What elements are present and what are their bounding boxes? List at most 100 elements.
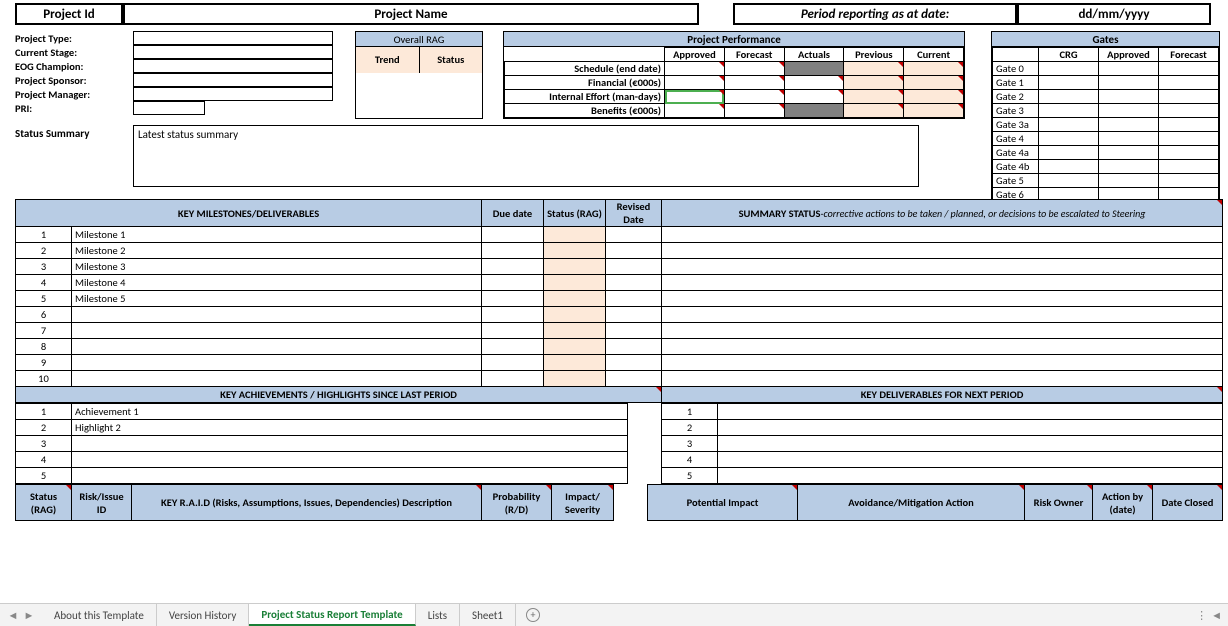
cell[interactable] (724, 76, 784, 90)
gate-row[interactable]: Gate 4b (993, 160, 1039, 174)
label-project-type: Project Type: (15, 32, 133, 45)
perf-row-financial: Financial (€000s) (505, 76, 665, 90)
header-project-id[interactable]: Project Id (15, 3, 123, 25)
tab-version-history[interactable]: Version History (157, 604, 250, 626)
summary-status-header: SUMMARY STATUS-corrective actions to be … (662, 200, 1223, 227)
perf-col-approved: Approved (665, 48, 725, 62)
gate-row[interactable]: Gate 3a (993, 118, 1039, 132)
gate-row[interactable]: Gate 0 (993, 62, 1039, 76)
rag-status[interactable]: Status (420, 47, 483, 73)
cell[interactable] (904, 104, 964, 118)
tab-nav-prev-icon[interactable]: ◄ (6, 608, 20, 622)
perf-col-current: Current (904, 48, 964, 62)
label-project-manager: Project Manager: (15, 88, 133, 101)
overall-rag-box: Overall RAG Trend Status (355, 31, 483, 119)
gate-row[interactable]: Gate 3 (993, 104, 1039, 118)
performance-title: Project Performance (504, 32, 964, 47)
status-summary-box[interactable]: Latest status summary (133, 125, 919, 187)
milestone-cell[interactable]: Milestone 1 (72, 227, 482, 243)
gate-row[interactable]: Gate 1 (993, 76, 1039, 90)
gate-row[interactable]: Gate 4a (993, 146, 1039, 160)
rag-title: Overall RAG (356, 32, 482, 47)
cell[interactable] (665, 104, 725, 118)
cell[interactable] (724, 62, 784, 76)
perf-col-actuals: Actuals (784, 48, 844, 62)
tab-status-report-template[interactable]: Project Status Report Template (249, 604, 415, 626)
label-pri: PRI: (15, 102, 133, 115)
status-header: Status (RAG) (544, 200, 606, 227)
revised-header: Revised Date (606, 200, 662, 227)
gates-title: Gates (992, 32, 1219, 47)
gate-row[interactable]: Gate 2 (993, 90, 1039, 104)
raid-prob: Probability (R/D) (482, 485, 552, 521)
tab-about[interactable]: About this Template (42, 604, 157, 626)
cell[interactable] (784, 90, 844, 104)
header-period-label[interactable]: Period reporting as at date: (733, 3, 1017, 25)
input-current-stage[interactable] (133, 45, 333, 59)
gates-col-approved: Approved (1099, 48, 1159, 62)
cell[interactable] (844, 90, 904, 104)
cell[interactable] (724, 90, 784, 104)
input-project-type[interactable] (133, 31, 333, 45)
tab-nav-next-icon[interactable]: ► (22, 608, 36, 622)
input-pri[interactable] (133, 101, 205, 115)
deliverables-header: KEY DELIVERABLES FOR NEXT PERIOD (662, 387, 1223, 403)
cell[interactable] (904, 90, 964, 104)
gate-row[interactable]: Gate 4 (993, 132, 1039, 146)
milestones-table: KEY MILESTONES/DELIVERABLES Due date Sta… (15, 199, 1223, 403)
input-project-sponsor[interactable] (133, 73, 333, 87)
header-project-name[interactable]: Project Name (123, 3, 699, 25)
cell[interactable] (784, 62, 844, 76)
tab-divider-icon[interactable]: ⋮ (1196, 609, 1207, 622)
achievements-table: 1Achievement 11 2Highlight 22 33 44 55 (15, 403, 1223, 484)
raid-id: Risk/Issue ID (72, 485, 132, 521)
label-current-stage: Current Stage: (15, 46, 133, 59)
gate-row[interactable]: Gate 5 (993, 174, 1039, 188)
label-project-sponsor: Project Sponsor: (15, 74, 133, 87)
cell[interactable] (844, 76, 904, 90)
raid-header-table: Status (RAG) Risk/Issue ID KEY R.A.I.D (… (15, 484, 1223, 521)
cell[interactable] (784, 76, 844, 90)
plus-icon: + (526, 608, 540, 622)
cell-selected[interactable] (665, 90, 725, 104)
perf-col-previous: Previous (844, 48, 904, 62)
tab-sheet1[interactable]: Sheet1 (460, 604, 516, 626)
tab-lists[interactable]: Lists (416, 604, 460, 626)
gates-col-crg: CRG (1039, 48, 1099, 62)
worksheet: Project Id Project Name Period reporting… (10, 0, 1225, 521)
milestones-header: KEY MILESTONES/DELIVERABLES (16, 200, 482, 227)
raid-actionby: Action by (date) (1093, 485, 1153, 521)
raid-owner: Risk Owner (1025, 485, 1093, 521)
performance-box: Project Performance Approved Forecast Ac… (503, 31, 965, 119)
cell[interactable] (665, 62, 725, 76)
cell[interactable] (844, 62, 904, 76)
cell[interactable] (844, 104, 904, 118)
cell[interactable] (724, 104, 784, 118)
cell[interactable] (904, 62, 964, 76)
cell[interactable] (904, 76, 964, 90)
raid-mitigation: Avoidance/Mitigation Action (798, 485, 1025, 521)
perf-row-schedule: Schedule (end date) (505, 62, 665, 76)
raid-potential: Potential Impact (648, 485, 798, 521)
raid-desc: KEY R.A.I.D (Risks, Assumptions, Issues,… (132, 485, 482, 521)
rag-trend[interactable]: Trend (356, 47, 420, 73)
input-eog-champion[interactable] (133, 59, 333, 73)
header-date[interactable]: dd/mm/yyyy (1017, 3, 1211, 25)
perf-row-effort: Internal Effort (man-days) (505, 90, 665, 104)
gates-box: Gates CRG Approved Forecast Gate 0 Gate … (991, 31, 1220, 203)
perf-col-forecast: Forecast (724, 48, 784, 62)
row-num: 1 (16, 227, 72, 243)
label-eog-champion: EOG Champion: (15, 60, 133, 73)
cell[interactable] (784, 104, 844, 118)
sheet-tab-bar: ◄ ► About this Template Version History … (0, 603, 1228, 626)
raid-impact: Impact/ Severity (552, 485, 614, 521)
achievements-header: KEY ACHIEVEMENTS / HIGHLIGHTS SINCE LAST… (16, 387, 662, 403)
hscroll-left-icon[interactable]: ◄ (1211, 609, 1222, 622)
cell[interactable] (665, 76, 725, 90)
gates-col-blank (993, 48, 1039, 62)
due-header: Due date (482, 200, 544, 227)
raid-status: Status (RAG) (16, 485, 72, 521)
status-summary-label: Status Summary (15, 125, 133, 187)
input-project-manager[interactable] (133, 87, 333, 101)
add-sheet-button[interactable]: + (516, 604, 550, 626)
